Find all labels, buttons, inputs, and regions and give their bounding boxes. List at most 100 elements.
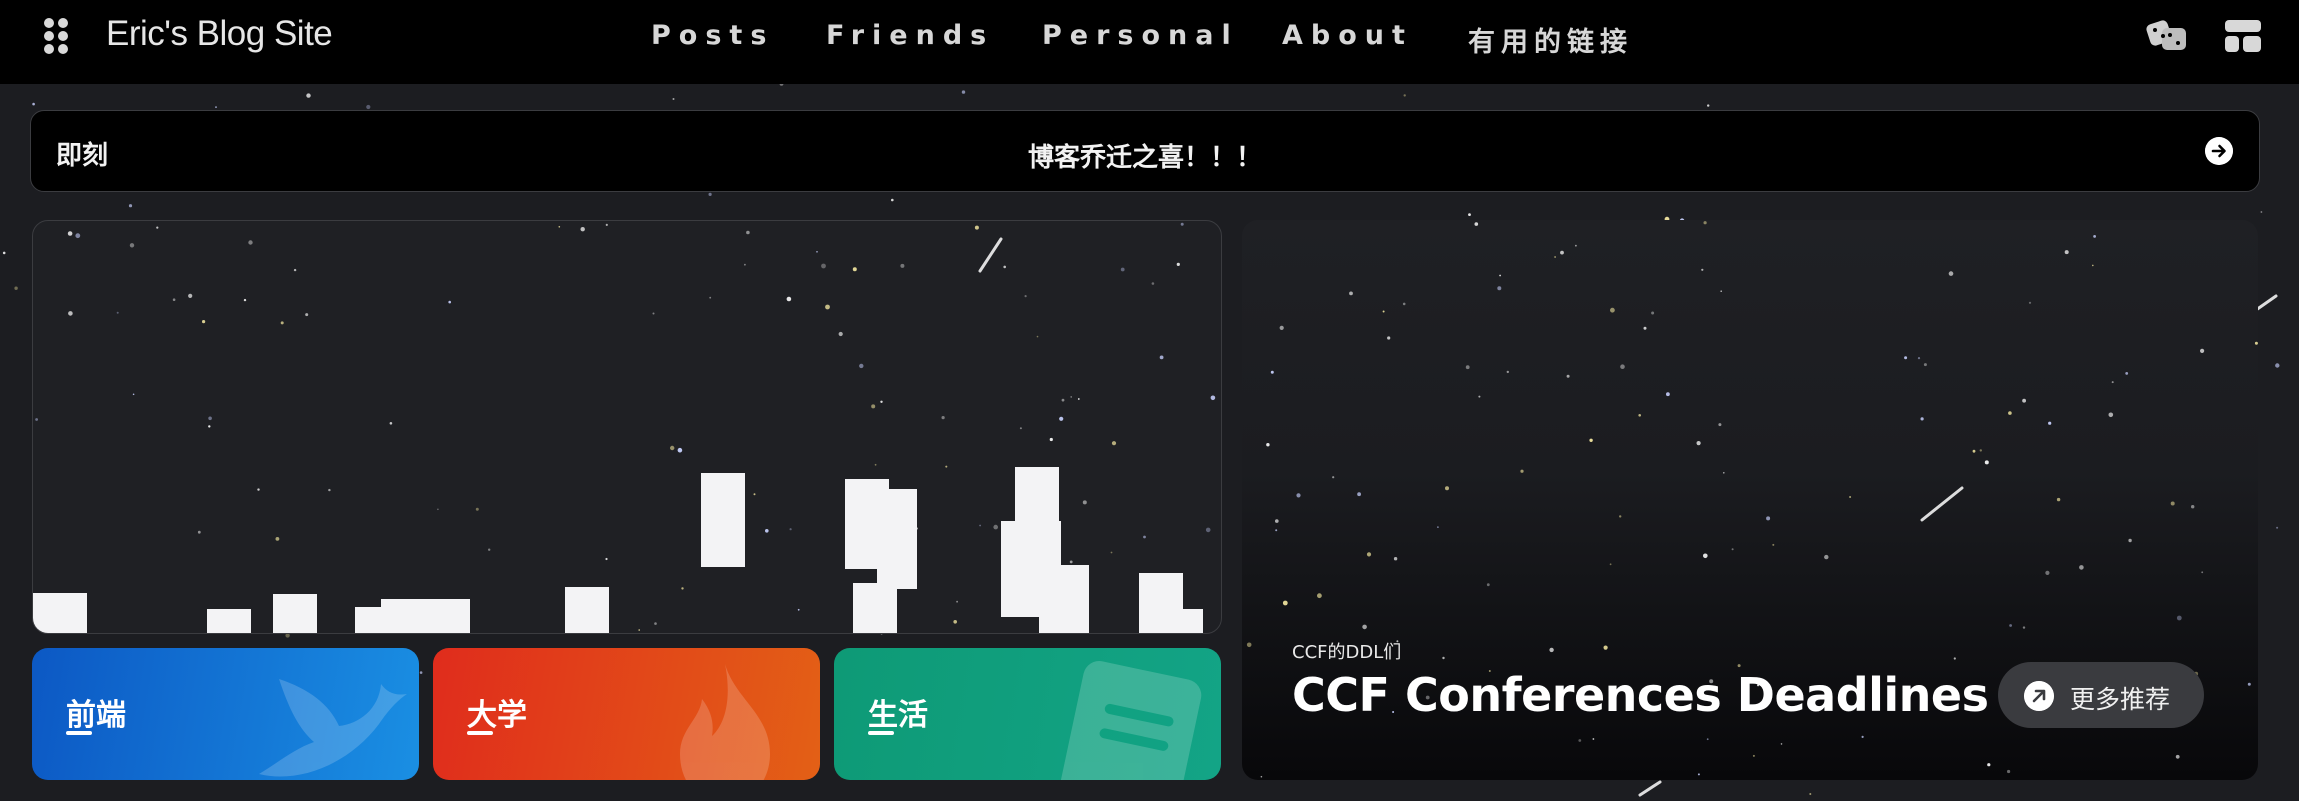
star (681, 587, 684, 590)
skyline-building (565, 587, 609, 633)
star (1497, 286, 1502, 291)
star (1566, 374, 1570, 378)
announcement-message[interactable]: 博客乔迁之喜！！！ (31, 137, 2259, 174)
star (2191, 505, 2195, 509)
star (475, 507, 479, 511)
star (1296, 493, 1301, 498)
star (75, 233, 81, 239)
star (2254, 341, 2258, 345)
star (979, 524, 981, 527)
star (208, 425, 211, 428)
star (1111, 441, 1117, 446)
star (2022, 626, 2026, 629)
star (1474, 222, 1479, 226)
star (1059, 416, 1064, 421)
star (488, 548, 491, 551)
star (709, 296, 712, 299)
star (605, 557, 608, 561)
nav-link-personal[interactable]: Personal (1042, 20, 1239, 51)
hero-skyline-banner[interactable] (32, 220, 1222, 634)
star (1737, 664, 1741, 668)
announcement-bar[interactable]: 即刻 博客乔迁之喜！！！ (30, 110, 2260, 192)
star (838, 331, 843, 337)
star (2079, 565, 2084, 570)
star (2008, 411, 2012, 415)
star (1246, 642, 1252, 648)
star (2260, 211, 2263, 213)
skyline-building (33, 593, 87, 633)
star (580, 227, 585, 232)
skyline-building (701, 473, 745, 567)
star (2064, 250, 2069, 255)
category-card-life[interactable]: 生活 (834, 648, 1221, 780)
star (2128, 538, 2132, 543)
nav-link-friends[interactable]: Friends (826, 20, 994, 51)
star (1159, 355, 1164, 360)
star (1061, 398, 1065, 402)
shooting-star (1920, 486, 1964, 522)
dice-icon[interactable] (2146, 18, 2190, 54)
star (305, 313, 309, 317)
star (1387, 336, 1391, 340)
star (32, 102, 35, 106)
star (1120, 267, 1125, 272)
featured-post-card[interactable]: CCF的DDL们 CCF Conferences Deadlines 更多推荐 (1242, 220, 2258, 780)
star (128, 204, 133, 208)
star (1923, 363, 1927, 367)
category-card-frontend[interactable]: 前端 (32, 648, 419, 780)
skyline-building (1039, 565, 1089, 633)
category-label: 大学 (467, 698, 527, 733)
skyline-building (1015, 467, 1059, 523)
star (1904, 356, 1908, 360)
star (859, 363, 864, 369)
nav-link-posts[interactable]: Posts (651, 20, 774, 51)
star (1151, 282, 1155, 285)
star (1260, 775, 1263, 778)
featured-post-title[interactable]: CCF Conferences Deadlines (1292, 668, 1989, 722)
star (1468, 213, 1471, 217)
menu-dot-icon (44, 31, 54, 41)
star (1651, 311, 1655, 315)
layout-toggle-icon[interactable] (2221, 18, 2265, 54)
star (1549, 647, 1554, 653)
star (900, 263, 905, 268)
star (1554, 256, 1556, 258)
skyline-building (381, 599, 429, 633)
star (1849, 496, 1852, 498)
star (945, 465, 948, 468)
shooting-star (2254, 294, 2278, 312)
star (1180, 222, 1184, 226)
star (1357, 492, 1361, 497)
star (132, 393, 135, 396)
skyline-building (877, 489, 917, 589)
category-card-university[interactable]: 大学 (433, 648, 820, 780)
star (1972, 449, 1976, 453)
star (306, 93, 311, 98)
menu-grid-button[interactable] (44, 18, 74, 54)
star (1578, 739, 1582, 742)
nav-link-useful-links[interactable]: 有用的链接 (1468, 20, 1633, 59)
star (2125, 372, 2129, 375)
star (172, 298, 176, 301)
star (1279, 325, 1284, 330)
star (891, 198, 894, 202)
more-recommendations-button[interactable]: 更多推荐 (1998, 662, 2204, 728)
site-title[interactable]: Eric's Blog Site (106, 14, 333, 54)
star (1210, 395, 1216, 401)
star (1707, 104, 1710, 107)
star (1266, 443, 1270, 447)
star (1948, 271, 1954, 276)
star (2009, 624, 2012, 627)
arrow-right-circle-icon[interactable] (2205, 137, 2233, 165)
star (1393, 557, 1398, 561)
arrow-up-right-icon (2024, 681, 2054, 711)
star (1603, 645, 1608, 650)
star (68, 311, 73, 316)
star (1766, 516, 1771, 521)
star (1349, 291, 1353, 296)
skyline-building (1173, 609, 1203, 633)
star (652, 312, 655, 315)
star (1437, 526, 1439, 528)
nav-link-about[interactable]: About (1282, 20, 1413, 51)
star (852, 267, 857, 272)
